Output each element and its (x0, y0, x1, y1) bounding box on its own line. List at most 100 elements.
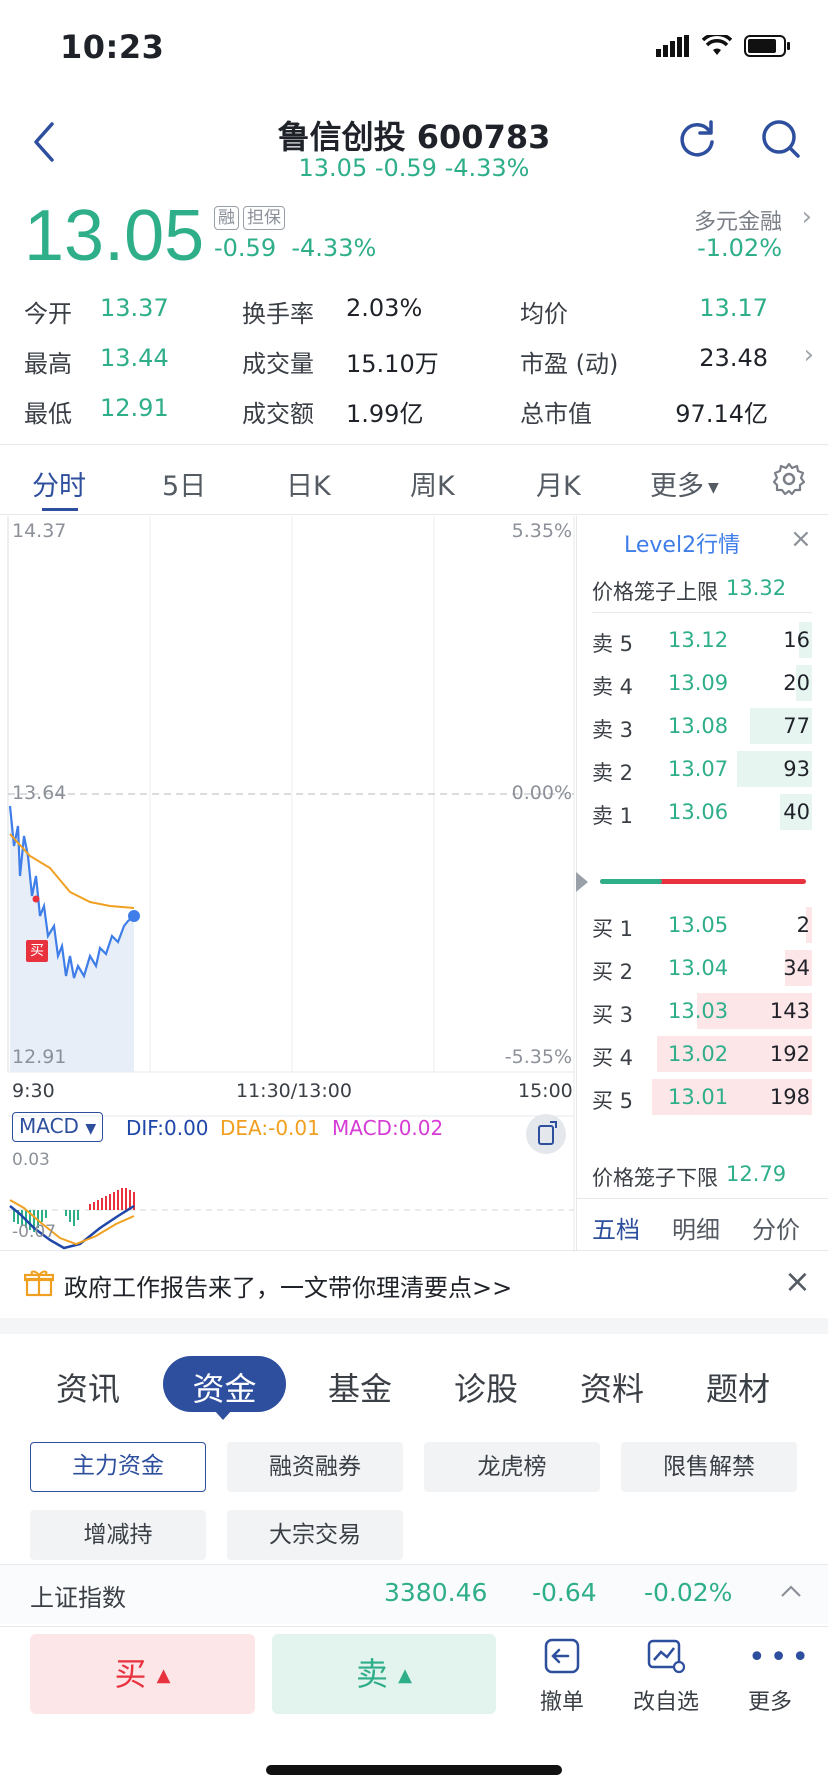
bid-row[interactable]: 买 2 13.04 34 (576, 948, 828, 988)
macd-select-label: MACD (19, 1114, 79, 1138)
chip-main-funds[interactable]: 主力资金 (30, 1442, 206, 1492)
stat-label-volume: 成交量 (242, 350, 314, 378)
home-indicator[interactable] (266, 1765, 562, 1775)
ask-volume: 77 (783, 714, 810, 738)
tab-detail[interactable]: 明细 (672, 1210, 720, 1245)
divider (576, 1198, 828, 1199)
ask-volume: 16 (783, 628, 810, 652)
buy-button-label: 买 (114, 1655, 147, 1693)
bid-row[interactable]: 买 3 13.03 143 (576, 991, 828, 1031)
stat-label-avg: 均价 (520, 300, 568, 328)
edit-watchlist-label[interactable]: 改自选 (621, 1684, 711, 1716)
tab-diagnosis[interactable]: 诊股 (454, 1364, 518, 1410)
margin-tag: 融 (214, 206, 239, 230)
y-axis-top: 14.37 (12, 520, 67, 542)
macd-select[interactable]: MACD ▼ (12, 1112, 104, 1142)
stats-grid: 今开 13.37 换手率 2.03% 均价 13.17 最高 13.44 成交量… (24, 294, 814, 428)
more-icon[interactable]: ••• (748, 1640, 813, 1675)
bid-price: 13.02 (668, 1042, 729, 1066)
stat-high: 13.44 (100, 344, 169, 372)
bid-volume: 198 (769, 1085, 810, 1109)
bid-label: 买 1 (592, 917, 634, 941)
bid-volume: 2 (796, 913, 810, 937)
bid-price: 13.01 (668, 1085, 729, 1109)
chip-dragon-tiger[interactable]: 龙虎榜 (424, 1442, 600, 1492)
sell-button[interactable]: 卖 ▲ (272, 1634, 496, 1714)
divider (0, 444, 828, 445)
caret-down-icon: ▼ (708, 479, 719, 496)
bid-row[interactable]: 买 1 13.05 2 (576, 905, 828, 945)
ask-row[interactable]: 卖 1 13.06 40 (576, 792, 828, 832)
tab-intraday[interactable]: 分时 (32, 464, 86, 503)
stat-label-open: 今开 (24, 300, 72, 328)
chip-lockup[interactable]: 限售解禁 (621, 1442, 797, 1492)
rotate-screen-button[interactable] (526, 1114, 566, 1154)
stat-amount: 1.99亿 (346, 400, 424, 428)
search-icon[interactable] (760, 118, 802, 160)
stat-avg: 13.17 (699, 294, 768, 322)
settings-icon[interactable] (772, 462, 806, 496)
stat-turnover: 2.03% (346, 294, 423, 322)
ask-volume: 93 (783, 757, 810, 781)
ask-label: 卖 1 (592, 804, 634, 828)
ask-row[interactable]: 卖 3 13.08 77 (576, 706, 828, 746)
cancel-order-label[interactable]: 撤单 (517, 1684, 607, 1716)
stat-open: 13.37 (100, 294, 169, 322)
level2-title[interactable]: Level2行情 (624, 527, 740, 559)
section-gap (0, 1318, 828, 1334)
y-axis-mid: 13.64 (12, 782, 67, 804)
tab-fund[interactable]: 基金 (328, 1364, 392, 1410)
lower-limit-label: 价格笼子下限 (592, 1166, 718, 1190)
chip-holdings-change[interactable]: 增减持 (30, 1510, 206, 1560)
price-change: -0.59 -4.33% (214, 234, 376, 262)
ask-row[interactable]: 卖 5 13.12 16 (576, 620, 828, 660)
tab-5day[interactable]: 5日 (162, 464, 206, 503)
tab-weekly-k[interactable]: 周K (410, 464, 455, 503)
cancel-order-icon[interactable] (542, 1636, 582, 1676)
ask-row[interactable]: 卖 4 13.09 20 (576, 663, 828, 703)
sector-name[interactable]: 多元金融 (694, 204, 782, 236)
bid-row[interactable]: 买 5 13.01 198 (576, 1077, 828, 1117)
bid-price: 13.03 (668, 999, 729, 1023)
chevron-right-icon[interactable]: › (804, 340, 814, 370)
edit-watchlist-icon[interactable] (646, 1636, 686, 1676)
divider (592, 612, 812, 613)
divider (0, 1250, 828, 1251)
tab-monthly-k[interactable]: 月K (536, 464, 581, 503)
pct-axis-top: 5.35% (511, 520, 572, 542)
news-banner[interactable]: 政府工作报告来了，一文带你理清要点>> (64, 1268, 512, 1303)
tab-news[interactable]: 资讯 (56, 1364, 120, 1410)
refresh-icon[interactable] (676, 118, 718, 160)
macd-value: MACD:0.02 (332, 1116, 444, 1140)
tab-theme[interactable]: 题材 (706, 1364, 770, 1410)
wifi-icon (702, 35, 732, 55)
tab-more[interactable]: 更多 ▼ (650, 464, 719, 503)
chip-block-trade[interactable]: 大宗交易 (227, 1510, 403, 1560)
more-label[interactable]: 更多 (725, 1684, 815, 1716)
chevron-up-icon[interactable] (780, 1584, 802, 1598)
tab-more-label: 更多 (650, 471, 704, 502)
macd-axis-top: 0.03 (12, 1150, 50, 1170)
tab-five-level[interactable]: 五档 (592, 1210, 640, 1245)
tab-profile[interactable]: 资料 (580, 1364, 644, 1410)
ask-label: 卖 2 (592, 761, 634, 785)
bid-row[interactable]: 买 4 13.02 192 (576, 1034, 828, 1074)
chip-margin[interactable]: 融资融券 (227, 1442, 403, 1492)
ask-row[interactable]: 卖 2 13.07 93 (576, 749, 828, 789)
lower-limit-value: 12.79 (726, 1162, 787, 1186)
close-icon[interactable]: × (784, 1262, 811, 1300)
bid-label: 买 3 (592, 1003, 634, 1027)
ask-label: 卖 3 (592, 718, 634, 742)
tab-funds[interactable]: 资金 (163, 1364, 286, 1410)
bid-price: 13.04 (668, 956, 729, 980)
close-icon[interactable]: × (790, 524, 812, 554)
tab-price-dist[interactable]: 分价 (752, 1210, 800, 1245)
rotate-icon (538, 1121, 557, 1145)
expand-arrow-icon[interactable] (576, 872, 588, 892)
tab-daily-k[interactable]: 日K (286, 464, 331, 503)
ratio-bar (600, 879, 806, 884)
chevron-right-icon[interactable]: › (802, 202, 812, 232)
buy-button[interactable]: 买 ▲ (30, 1634, 255, 1714)
stat-label-low: 最低 (24, 400, 72, 428)
buy-marker[interactable]: 买 (26, 940, 48, 962)
